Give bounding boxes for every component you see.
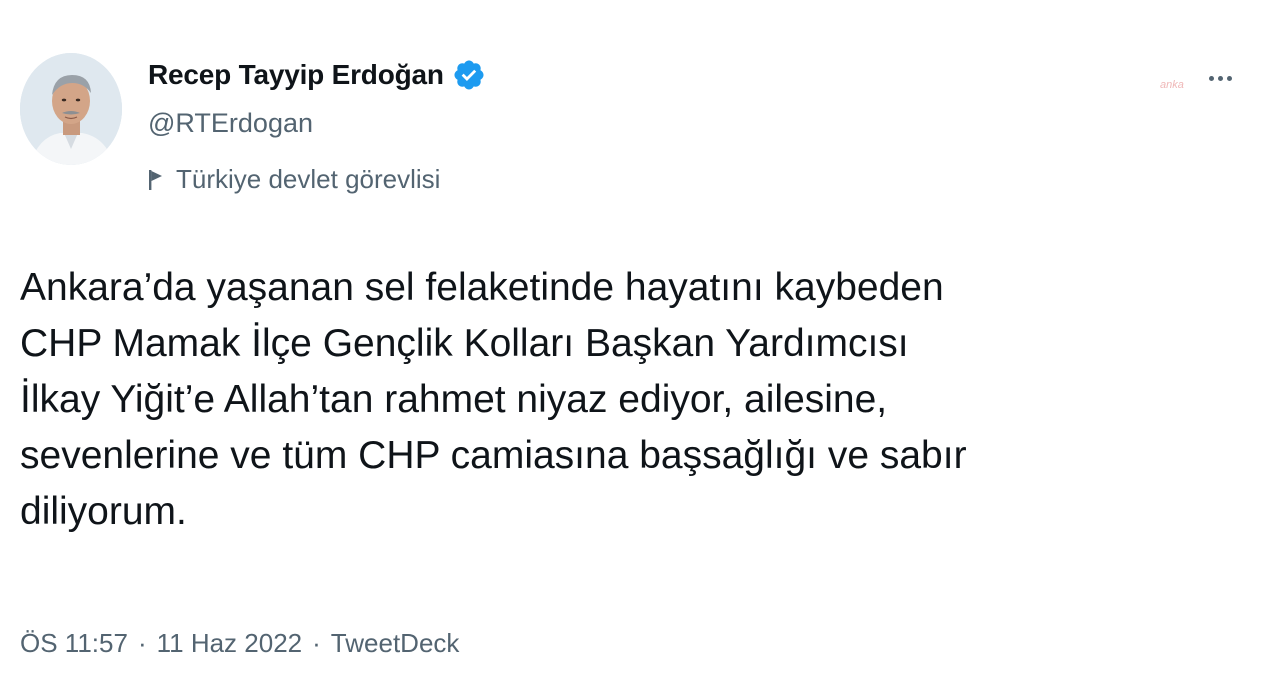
government-label-text: Türkiye devlet görevlisi bbox=[176, 164, 441, 194]
tweet-text-line: CHP Mamak İlçe Gençlik Kolları Başkan Ya… bbox=[20, 322, 909, 365]
tweet-text-line: sevenlerine ve tüm CHP camiasına başsağl… bbox=[20, 434, 967, 477]
verified-badge-icon[interactable] bbox=[452, 58, 486, 92]
flag-icon bbox=[149, 169, 162, 190]
author-name-row: Recep Tayyip Erdoğan bbox=[148, 58, 486, 92]
display-name[interactable]: Recep Tayyip Erdoğan bbox=[148, 59, 444, 91]
watermark: anka bbox=[1160, 79, 1184, 91]
tweet-text-line: Ankara’da yaşanan sel felaketinde hayatı… bbox=[20, 266, 944, 309]
menu-dot bbox=[1226, 75, 1232, 81]
tweet-text: Ankara’da yaşanan sel felaketinde hayatı… bbox=[20, 260, 1220, 540]
avatar[interactable] bbox=[20, 53, 122, 165]
tweet-meta: ÖS 11:57 · 11 Haz 2022 · TweetDeck bbox=[20, 628, 459, 659]
avatar-portrait bbox=[20, 53, 122, 165]
tweet-source[interactable]: TweetDeck bbox=[331, 628, 460, 659]
tweet-time[interactable]: ÖS 11:57 bbox=[20, 628, 128, 659]
tweet-text-line: diliyorum. bbox=[20, 490, 187, 533]
tweet-date[interactable]: 11 Haz 2022 bbox=[157, 628, 303, 659]
meta-separator: · bbox=[137, 628, 147, 658]
menu-dot bbox=[1217, 75, 1223, 81]
menu-dot bbox=[1208, 75, 1214, 81]
tweet-text-line: İlkay Yiğit’e Allah’tan rahmet niyaz edi… bbox=[20, 378, 888, 421]
more-options-icon[interactable] bbox=[1200, 62, 1240, 94]
tweet-card: Recep Tayyip Erdoğan @RTErdogan Türkiye … bbox=[0, 0, 1280, 700]
government-label: Türkiye devlet görevlisi bbox=[148, 164, 440, 195]
author-handle[interactable]: @RTErdogan bbox=[148, 108, 313, 139]
meta-separator: · bbox=[312, 628, 321, 658]
